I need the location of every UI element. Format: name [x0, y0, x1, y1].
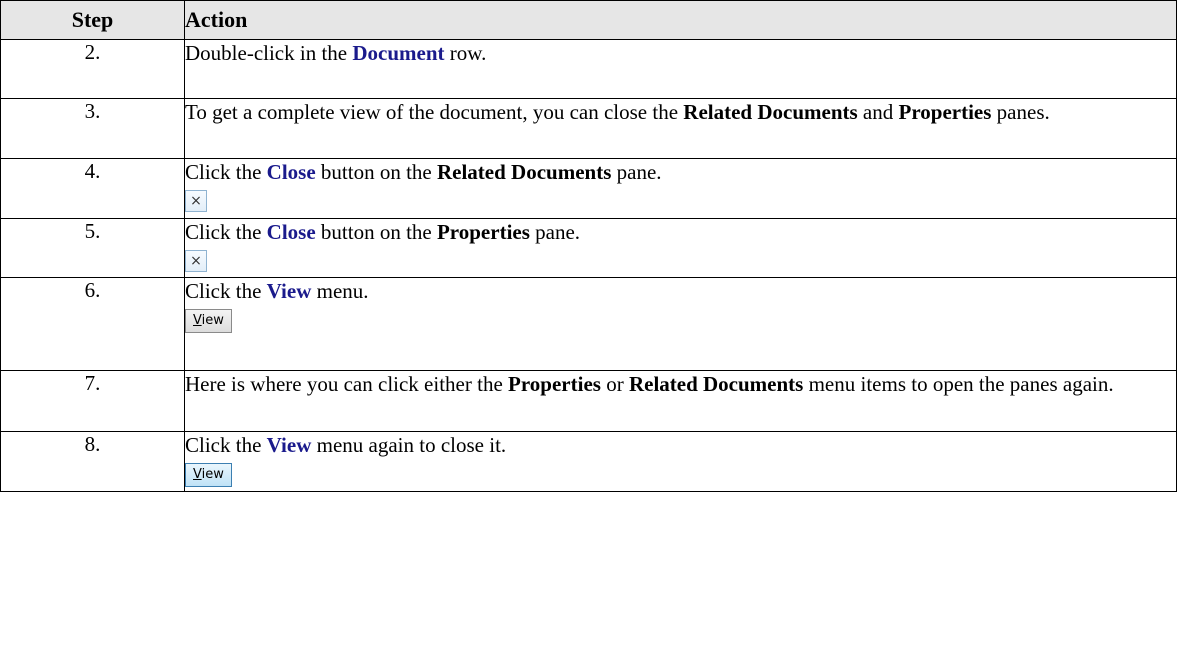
view-button-accesskey: V: [193, 313, 202, 328]
action-text: and: [857, 100, 899, 124]
view-button-label: iew: [201, 467, 224, 482]
action-text: To get a complete view of the document, …: [185, 100, 684, 124]
ui-reference: Close: [266, 220, 316, 244]
action-text: or: [600, 372, 629, 396]
action-cell: Click the Close button on the Properties…: [184, 218, 1177, 278]
action-text: row.: [444, 41, 487, 65]
action-cell: Click the View menu again to close it. Vi…: [184, 431, 1177, 492]
header-step: Step: [0, 0, 185, 40]
steps-table: Step Action 2. Double-click in the Docum…: [0, 0, 1177, 492]
action-text: Click the: [185, 160, 267, 184]
table-row: 2. Double-click in the Document row.: [0, 39, 1177, 99]
menu-item-name: Related Documents: [628, 372, 804, 396]
action-text: menu again to close it.: [311, 433, 507, 457]
menu-item-name: Properties: [508, 372, 601, 396]
step-number: 5.: [0, 218, 185, 278]
action-cell: To get a complete view of the document, …: [184, 98, 1177, 159]
action-text: menu.: [311, 279, 369, 303]
action-text: Click the: [185, 279, 267, 303]
ui-reference: View: [266, 433, 312, 457]
header-action: Action: [184, 0, 1177, 40]
close-icon[interactable]: ×: [185, 250, 207, 272]
ui-reference: Document: [352, 41, 445, 65]
table-row: 7. Here is where you can click either th…: [0, 370, 1177, 432]
action-cell: Click the View menu. View: [184, 277, 1177, 371]
step-number: 2.: [0, 39, 185, 99]
table-row: 6. Click the View menu. View: [0, 277, 1177, 371]
step-number: 3.: [0, 98, 185, 159]
action-text: panes.: [991, 100, 1050, 124]
table-row: 3. To get a complete view of the documen…: [0, 98, 1177, 159]
table-row: 4. Click the Close button on the Related…: [0, 158, 1177, 219]
view-menu-button[interactable]: View: [185, 309, 232, 333]
action-text: Click the: [185, 220, 267, 244]
action-cell: Click the Close button on the Related Do…: [184, 158, 1177, 219]
action-cell: Double-click in the Document row.: [184, 39, 1177, 99]
view-button-label: iew: [201, 313, 224, 328]
action-cell: Here is where you can click either the P…: [184, 370, 1177, 432]
action-text: pane.: [611, 160, 662, 184]
view-menu-button-active[interactable]: View: [185, 463, 232, 487]
pane-name: Related Documents: [436, 160, 612, 184]
close-icon[interactable]: ×: [185, 190, 207, 212]
action-text: Click the: [185, 433, 267, 457]
action-text: Here is where you can click either the: [185, 372, 509, 396]
table-header-row: Step Action: [0, 0, 1177, 40]
action-text: Double-click in the: [185, 41, 353, 65]
step-number: 8.: [0, 431, 185, 492]
pane-name: Properties: [436, 220, 530, 244]
action-text: button on the: [315, 160, 437, 184]
pane-name: Related Documents: [683, 100, 858, 124]
action-text: button on the: [315, 220, 437, 244]
table-row: 8. Click the View menu again to close it…: [0, 431, 1177, 492]
step-number: 6.: [0, 277, 185, 371]
action-text: pane.: [529, 220, 581, 244]
ui-reference: Close: [266, 160, 316, 184]
view-button-accesskey: V: [193, 467, 202, 482]
step-number: 7.: [0, 370, 185, 432]
table-row: 5. Click the Close button on the Propert…: [0, 218, 1177, 278]
action-text: menu items to open the panes again.: [803, 372, 1114, 396]
step-number: 4.: [0, 158, 185, 219]
pane-name: Properties: [898, 100, 992, 124]
ui-reference: View: [266, 279, 312, 303]
